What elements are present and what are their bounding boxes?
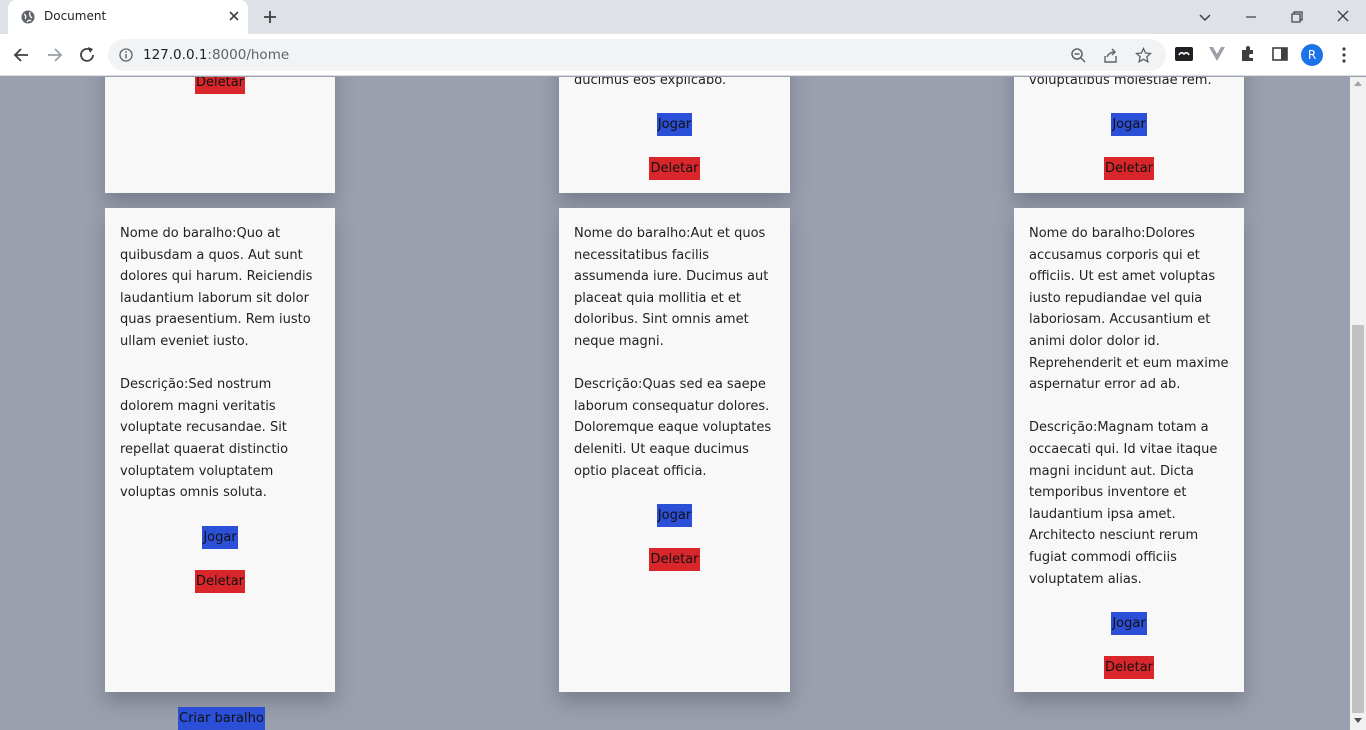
page-scrollbar[interactable] xyxy=(1350,77,1366,730)
deck-card-top-1: Deletar xyxy=(105,77,335,193)
delete-button[interactable]: Deletar xyxy=(1103,656,1155,680)
minimize-icon[interactable] xyxy=(1240,6,1262,28)
delete-button[interactable]: Deletar xyxy=(194,77,246,94)
tab-strip: Document xyxy=(0,0,1366,34)
url-host: 127.0.0.1 xyxy=(143,47,208,63)
deck-card: Nome do baralho:Quo at quibusdam a quos.… xyxy=(105,208,335,692)
delete-button[interactable]: Deletar xyxy=(649,157,700,180)
browser-tab[interactable]: Document xyxy=(8,0,248,34)
profile-avatar[interactable]: R xyxy=(1301,44,1323,66)
kebab-menu-icon[interactable] xyxy=(1338,45,1350,65)
deck-card: Nome do baralho:Aut et quos necessitatib… xyxy=(559,208,790,692)
delete-button[interactable]: Deletar xyxy=(649,548,700,572)
deck-description: Descrição:Quas sed ea saepe laborum cons… xyxy=(574,377,772,479)
play-button[interactable]: Jogar xyxy=(656,504,693,528)
scroll-down-arrow-icon[interactable] xyxy=(1354,718,1362,723)
deck-description: Descrição:Magnam totam a occaecati qui. … xyxy=(1029,420,1218,587)
page-content: Deletar ducimus eos explicabo. Jogar Del… xyxy=(0,77,1350,730)
scroll-up-arrow-icon[interactable] xyxy=(1354,81,1362,86)
reload-icon[interactable] xyxy=(77,45,97,65)
close-window-icon[interactable] xyxy=(1332,6,1354,28)
url-path: :8000/home xyxy=(207,47,290,63)
delete-button[interactable]: Deletar xyxy=(194,569,246,593)
back-icon[interactable] xyxy=(12,45,32,65)
scrollbar-thumb[interactable] xyxy=(1352,325,1364,713)
deck-name: Nome do baralho:Quo at quibusdam a quos.… xyxy=(120,226,313,349)
play-button[interactable]: Jogar xyxy=(656,113,693,136)
new-tab-icon[interactable] xyxy=(261,8,279,26)
tab-title: Document xyxy=(44,9,107,23)
forward-icon[interactable] xyxy=(44,45,64,65)
restore-icon[interactable] xyxy=(1286,6,1308,28)
deck-card-top-2: ducimus eos explicabo. Jogar Deletar xyxy=(559,77,790,193)
delete-button[interactable]: Deletar xyxy=(1103,157,1155,180)
deck-card: Nome do baralho:Dolores accusamus corpor… xyxy=(1014,208,1244,692)
browser-toolbar: 127.0.0.1:8000/home R xyxy=(0,34,1366,76)
side-panel-icon[interactable] xyxy=(1270,44,1290,64)
deck-description-fragment: voluptatibus molestiae rem. xyxy=(1029,77,1212,88)
extension-icon[interactable] xyxy=(1174,44,1194,64)
play-button[interactable]: Jogar xyxy=(1111,113,1147,136)
bookmark-star-icon[interactable] xyxy=(1135,47,1152,64)
vue-devtools-icon[interactable] xyxy=(1207,44,1227,64)
deck-name: Nome do baralho:Dolores accusamus corpor… xyxy=(1029,226,1229,393)
share-icon[interactable] xyxy=(1102,47,1119,64)
deck-description-fragment: ducimus eos explicabo. xyxy=(574,77,727,88)
tab-search-icon[interactable] xyxy=(1194,6,1216,28)
deck-card-top-3: voluptatibus molestiae rem. Jogar Deleta… xyxy=(1014,77,1244,193)
play-button[interactable]: Jogar xyxy=(202,525,238,549)
puzzle-icon[interactable] xyxy=(1238,44,1258,64)
address-bar[interactable]: 127.0.0.1:8000/home xyxy=(108,39,1166,71)
site-info-icon[interactable] xyxy=(119,48,133,62)
create-deck-button[interactable]: Criar baralho xyxy=(178,707,265,730)
deck-name: Nome do baralho:Aut et quos necessitatib… xyxy=(574,226,769,349)
play-button[interactable]: Jogar xyxy=(1111,612,1147,636)
deck-description: Descrição:Sed nostrum dolorem magni veri… xyxy=(120,377,289,501)
globe-icon xyxy=(21,10,35,24)
zoom-icon[interactable] xyxy=(1070,47,1087,64)
close-tab-icon[interactable] xyxy=(226,8,242,24)
url-text: 127.0.0.1:8000/home xyxy=(143,47,289,63)
